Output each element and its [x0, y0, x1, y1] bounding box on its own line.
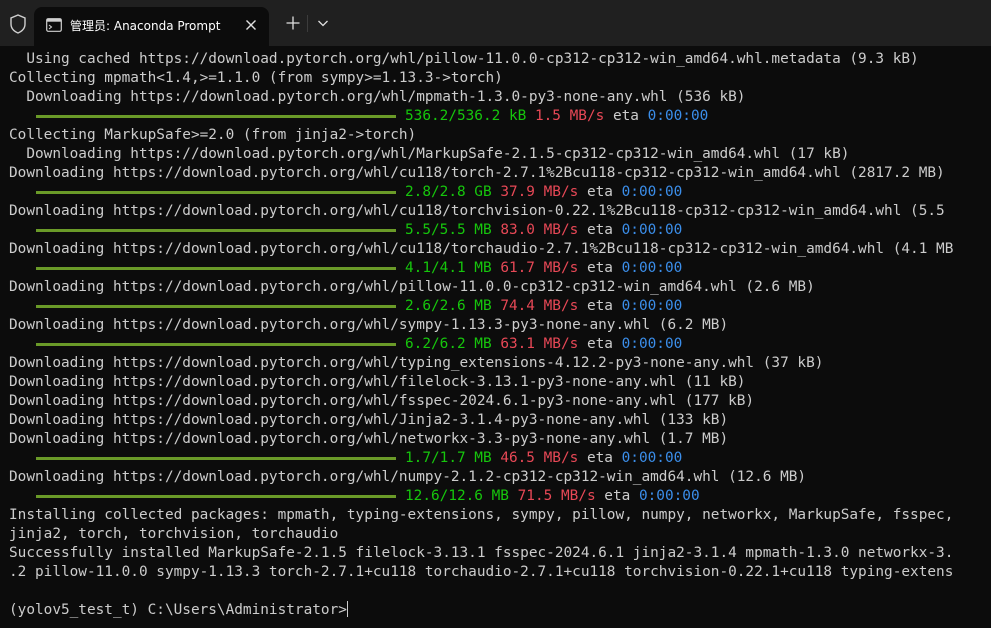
progress-bar	[36, 229, 396, 232]
progress-eta-label: eta	[586, 222, 613, 238]
tab-anaconda-prompt[interactable]: 管理员: Anaconda Prompt	[34, 7, 269, 46]
progress-size: 12.6/12.6 MB	[405, 488, 509, 504]
progress-stats: 6.2/6.2 MB 63.1 MB/s eta 0:00:00	[405, 335, 682, 354]
progress-stats: 2.6/2.6 MB 74.4 MB/s eta 0:00:00	[405, 297, 682, 316]
terminal-line: Successfully installed MarkupSafe-2.1.5 …	[9, 545, 954, 561]
progress-size: 6.2/6.2 MB	[405, 336, 492, 352]
close-icon[interactable]	[241, 15, 261, 35]
progress-stats: 12.6/12.6 MB 71.5 MB/s eta 0:00:00	[405, 487, 700, 506]
progress-speed: 63.1 MB/s	[500, 336, 579, 352]
progress-eta: 0:00:00	[621, 336, 683, 352]
terminal-line: Downloading https://download.pytorch.org…	[9, 412, 729, 428]
progress-bar	[36, 191, 396, 194]
progress-speed: 74.4 MB/s	[500, 298, 579, 314]
terminal-line: Downloading https://download.pytorch.org…	[9, 89, 746, 105]
command-prompt[interactable]: (yolov5_test_t) C:\Users\Administrator>	[9, 601, 348, 620]
progress-eta-label: eta	[612, 108, 639, 124]
progress-speed: 71.5 MB/s	[517, 488, 596, 504]
progress-eta-label: eta	[604, 488, 631, 504]
progress-size: 2.6/2.6 MB	[405, 298, 492, 314]
progress-size: 536.2/536.2 kB	[405, 108, 527, 124]
terminal-output[interactable]: Using cached https://download.pytorch.or…	[0, 46, 991, 628]
terminal-line: Installing collected packages: mpmath, t…	[9, 507, 954, 523]
progress-size: 2.8/2.8 GB	[405, 184, 492, 200]
terminal-icon	[46, 18, 62, 32]
progress-stats: 536.2/536.2 kB 1.5 MB/s eta 0:00:00	[405, 107, 708, 126]
terminal-line: Using cached https://download.pytorch.or…	[9, 51, 919, 67]
text-cursor	[346, 601, 348, 617]
progress-eta-label: eta	[586, 298, 613, 314]
title-bar: 管理员: Anaconda Prompt	[0, 0, 991, 46]
progress-bar	[36, 457, 396, 460]
progress-eta: 0:00:00	[621, 450, 683, 466]
progress-size: 5.5/5.5 MB	[405, 222, 492, 238]
progress-eta: 0:00:00	[621, 298, 683, 314]
new-tab-plus-icon[interactable]	[283, 13, 303, 33]
terminal-line: Downloading https://download.pytorch.org…	[9, 165, 945, 181]
progress-eta: 0:00:00	[621, 260, 683, 276]
progress-speed: 37.9 MB/s	[500, 184, 579, 200]
progress-eta-label: eta	[586, 336, 613, 352]
tab-divider	[307, 15, 308, 32]
progress-speed: 46.5 MB/s	[500, 450, 579, 466]
progress-eta-label: eta	[586, 184, 613, 200]
progress-eta-label: eta	[586, 450, 613, 466]
terminal-line: Downloading https://download.pytorch.org…	[9, 279, 815, 295]
progress-stats: 4.1/4.1 MB 61.7 MB/s eta 0:00:00	[405, 259, 682, 278]
progress-speed: 1.5 MB/s	[534, 108, 605, 124]
progress-bar	[36, 343, 396, 346]
terminal-line: Downloading https://download.pytorch.org…	[9, 431, 729, 447]
progress-bar	[36, 495, 396, 498]
terminal-line: Downloading https://download.pytorch.org…	[9, 146, 850, 162]
terminal-line: Collecting mpmath<1.4,>=1.1.0 (from symp…	[9, 70, 503, 86]
terminal-line: .2 pillow-11.0.0 sympy-1.13.3 torch-2.7.…	[9, 564, 954, 580]
progress-bar	[36, 115, 396, 118]
terminal-line: Downloading https://download.pytorch.org…	[9, 374, 746, 390]
progress-bar	[36, 267, 396, 270]
progress-speed: 83.0 MB/s	[500, 222, 579, 238]
progress-stats: 2.8/2.8 GB 37.9 MB/s eta 0:00:00	[405, 183, 682, 202]
terminal-line: jinja2, torch, torchvision, torchaudio	[9, 526, 339, 542]
terminal-line: Downloading https://download.pytorch.org…	[9, 355, 824, 371]
terminal-line: Collecting MarkupSafe>=2.0 (from jinja2-…	[9, 127, 417, 143]
progress-size: 4.1/4.1 MB	[405, 260, 492, 276]
progress-speed: 61.7 MB/s	[500, 260, 579, 276]
progress-eta-label: eta	[586, 260, 613, 276]
progress-stats: 1.7/1.7 MB 46.5 MB/s eta 0:00:00	[405, 449, 682, 468]
progress-size: 1.7/1.7 MB	[405, 450, 492, 466]
progress-bar	[36, 305, 396, 308]
terminal-line: Downloading https://download.pytorch.org…	[9, 469, 807, 485]
shield-icon	[10, 14, 26, 34]
progress-eta: 0:00:00	[647, 108, 709, 124]
progress-stats: 5.5/5.5 MB 83.0 MB/s eta 0:00:00	[405, 221, 682, 240]
terminal-line: Downloading https://download.pytorch.org…	[9, 393, 755, 409]
chevron-down-icon[interactable]	[314, 14, 332, 32]
progress-eta: 0:00:00	[621, 222, 683, 238]
tab-title: 管理员: Anaconda Prompt	[70, 19, 221, 33]
progress-eta: 0:00:00	[638, 488, 700, 504]
terminal-line: Downloading https://download.pytorch.org…	[9, 317, 729, 333]
terminal-line: Downloading https://download.pytorch.org…	[9, 203, 945, 219]
terminal-line: Downloading https://download.pytorch.org…	[9, 241, 954, 257]
progress-eta: 0:00:00	[621, 184, 683, 200]
